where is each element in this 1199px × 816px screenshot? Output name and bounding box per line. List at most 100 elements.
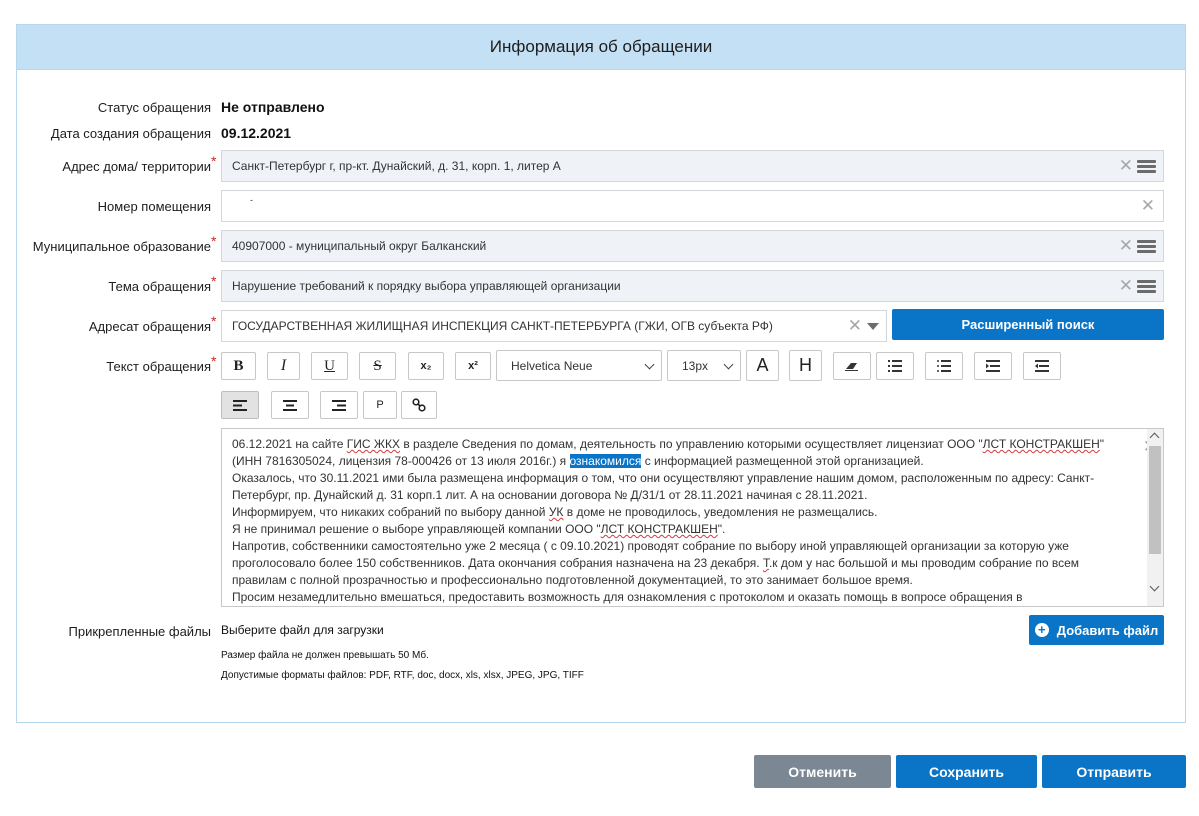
dropdown-arrow-icon[interactable] (867, 323, 879, 330)
text-fragment: правилам с полной прозрачностью и профес… (232, 573, 913, 587)
editor-line: Просим незамедлительно вмешаться, предос… (232, 589, 1135, 606)
add-file-button[interactable]: + Добавить файл (1029, 615, 1164, 645)
editor-line: Информируем, что никаких собраний по выб… (232, 504, 1135, 521)
appeal-info-panel: Информация об обращении Статус обращения… (16, 24, 1186, 723)
scroll-down-icon[interactable] (1149, 581, 1160, 592)
marked-word: д (376, 488, 384, 502)
room-label: Номер помещения (97, 199, 211, 214)
advanced-search-button[interactable]: Расширенный поиск (892, 309, 1164, 340)
clear-icon[interactable]: ✕ (1119, 277, 1133, 295)
text-fragment: Информируем, что никаких собраний по выб… (232, 505, 549, 519)
eraser-icon (845, 363, 858, 371)
created-date-value: 09.12.2021 (221, 125, 292, 141)
editor-line: (ИНН 7816305024, лицензия 78-000426 от 1… (232, 453, 1135, 470)
editor-line: Напротив, собственники самостоятельно уж… (232, 538, 1135, 555)
marked-word: Д (630, 488, 639, 502)
subscript-button[interactable]: x₂ (408, 352, 444, 380)
text-fragment: в разделе Сведения по домам, деятельност… (399, 437, 983, 451)
text-fragment: Напротив, собственники самостоятельно уж… (232, 539, 1069, 553)
marked-word: УК (548, 505, 564, 519)
recipient-label: Адресат обращения * (88, 313, 217, 334)
link-icon (412, 398, 426, 412)
address-field[interactable]: Санкт-Петербург г, пр-кт. Дунайский, д. … (221, 150, 1164, 182)
align-left-button[interactable] (221, 391, 259, 419)
unordered-list-icon (937, 360, 951, 372)
clear-icon[interactable]: ✕ (848, 317, 862, 335)
recipient-select[interactable]: ГОСУДАРСТВЕННАЯ ЖИЛИЩНАЯ ИНСПЕКЦИЯ САНКТ… (221, 310, 887, 342)
appeal-text-content[interactable]: 06.12.2021 на сайте ГИС ЖКХ в разделе Св… (222, 429, 1163, 606)
heading-button[interactable]: H (789, 350, 822, 381)
marked-word: ознакомился (569, 454, 642, 468)
align-center-icon (283, 399, 297, 411)
choose-file-text[interactable]: Выберите файл для загрузки (221, 623, 384, 637)
clear-icon[interactable]: ✕ (1141, 197, 1155, 215)
eraser-button[interactable] (833, 352, 871, 380)
text-fragment: ". (717, 522, 726, 536)
address-value: Санкт-Петербург г, пр-кт. Дунайский, д. … (232, 159, 561, 173)
required-mark: * (211, 233, 217, 249)
menu-icon[interactable] (1137, 160, 1156, 174)
text-fragment: Петербург, пр. Дунайский (232, 488, 377, 502)
topic-label: Тема обращения * (108, 273, 217, 294)
text-fragment: . 31 корп.1 лит. А на основании договора… (383, 488, 631, 502)
link-button[interactable] (401, 391, 437, 419)
save-button[interactable]: Сохранить (896, 755, 1037, 788)
editor-scrollbar[interactable] (1147, 428, 1164, 607)
panel-title: Информация об обращении (17, 25, 1185, 70)
menu-icon[interactable] (1137, 280, 1156, 294)
clear-icon[interactable]: ✕ (1119, 157, 1133, 175)
font-size-select[interactable]: 13px (667, 350, 741, 381)
editor-line: 06.12.2021 на сайте ГИС ЖКХ в разделе Св… (232, 436, 1135, 453)
font-size-value: 13px (682, 358, 709, 373)
outdent-button[interactable] (974, 352, 1012, 380)
scroll-up-icon[interactable] (1149, 432, 1160, 443)
marked-word: ЛСТ КОНСТРАКШЕН (600, 522, 718, 536)
municipality-value: 40907000 - муниципальный округ Балкански… (232, 239, 487, 253)
text-fragment: (ИНН 7816305024, лицензия 78-000426 от 1… (232, 454, 570, 468)
scrollbar-thumb[interactable] (1149, 446, 1161, 554)
marked-word: ЛСТ КОНСТРАКШЕН (982, 437, 1100, 451)
text-label: Текст обращения * (106, 353, 217, 374)
unordered-list-button[interactable] (925, 352, 963, 380)
text-fragment: проголосовало более 150 собственников. Д… (232, 556, 763, 570)
municipality-label: Муниципальное образование * (32, 233, 217, 254)
align-left-icon (233, 399, 247, 411)
menu-icon[interactable] (1137, 240, 1156, 254)
align-right-button[interactable] (320, 391, 358, 419)
text-fragment: " (1099, 437, 1105, 451)
editor-line: правилам с полной прозрачностью и профес… (232, 572, 1135, 589)
text-fragment: 06.12.2021 на сайте (232, 437, 347, 451)
superscript-button[interactable]: x² (455, 352, 491, 380)
font-family-value: Helvetica Neue (511, 358, 593, 373)
topic-value: Нарушение требований к порядку выбора уп… (232, 279, 621, 293)
send-button[interactable]: Отправить (1042, 755, 1186, 788)
required-mark: * (211, 353, 217, 369)
required-mark: * (211, 313, 217, 329)
align-center-button[interactable] (271, 391, 309, 419)
editor-line: Оказалось, что 30.11.2021 ими была разме… (232, 470, 1135, 487)
indent-icon (1035, 360, 1049, 372)
underline-button[interactable]: U (311, 352, 348, 380)
attached-files-label: Прикрепленные файлы (68, 624, 212, 639)
font-family-select[interactable]: Helvetica Neue (496, 350, 662, 381)
paragraph-button[interactable]: P (363, 391, 397, 419)
bold-button[interactable]: B (221, 352, 256, 380)
font-color-button[interactable]: A (746, 350, 779, 381)
municipality-field[interactable]: 40907000 - муниципальный округ Балкански… (221, 230, 1164, 262)
status-value: Не отправлено (221, 99, 325, 115)
status-label: Статус обращения (97, 100, 211, 115)
topic-field[interactable]: Нарушение требований к порядку выбора уп… (221, 270, 1164, 302)
indent-button[interactable] (1023, 352, 1061, 380)
text-fragment: .к дом у нас большой и мы проводим собра… (768, 556, 1080, 570)
cancel-button[interactable]: Отменить (754, 755, 891, 788)
italic-button[interactable]: I (267, 352, 300, 380)
ordered-list-button[interactable] (876, 352, 914, 380)
room-value: - (250, 195, 253, 205)
room-field[interactable]: - ✕ (221, 190, 1164, 222)
appeal-text-editor[interactable]: 06.12.2021 на сайте ГИС ЖКХ в разделе Св… (221, 428, 1164, 607)
text-fragment: с информацией размещенной этой организац… (641, 454, 924, 468)
clear-icon[interactable]: ✕ (1119, 237, 1133, 255)
strikethrough-button[interactable]: S (359, 352, 396, 380)
editor-line: проголосовало более 150 собственников. Д… (232, 555, 1135, 572)
plus-circle-icon: + (1034, 623, 1049, 637)
